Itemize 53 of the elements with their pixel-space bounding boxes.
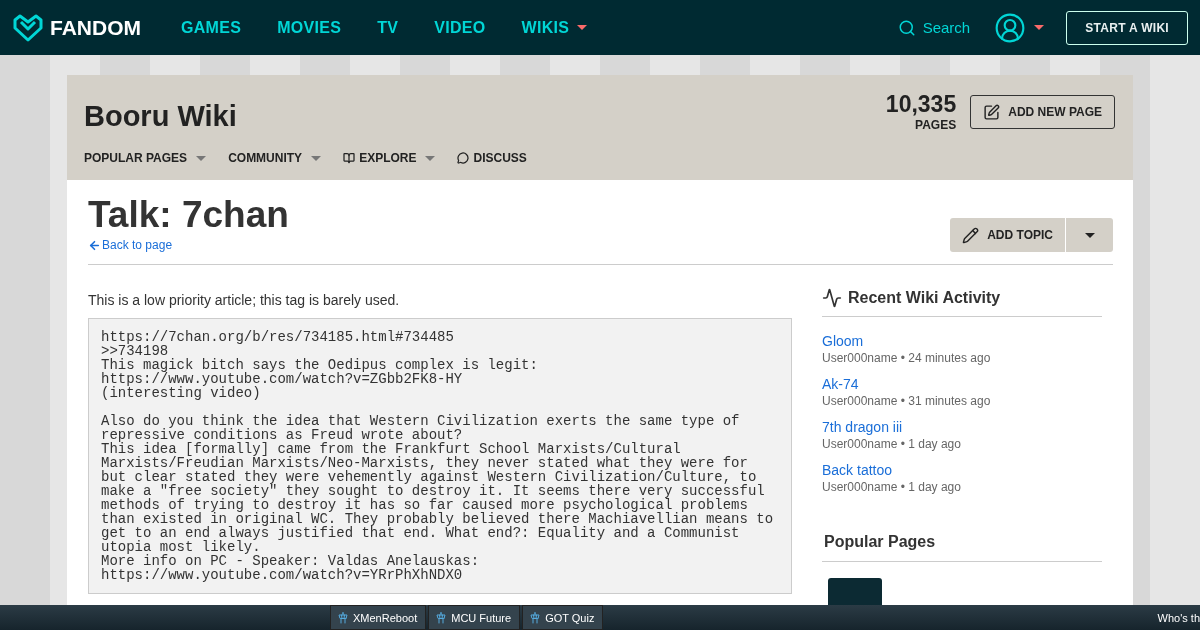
activity-icon bbox=[822, 288, 842, 308]
code-block: https://7chan.org/b/res/734185.html#734485 >>734198 This magick bitch says the Oedipus complex is legit: https://www.youtube.com/watch?v=ZGbb2FK8-HY (interesting video) Also do you think the idea that Western Civilization exerts the same type of repressive conditions as Freud wrote about? This idea [formally] came from the Frankfurt School Marxists/Cultural Marxists/Freudian Marxists/Neo-Marxists, they never stated what they were for but clear stated they were vehemently against Western Civilization/Culture, to make a "free society" they sought to destroy it. It seems there very successful methods of trying to destroy it has so far caused more psychological problems than existed in original WC. They probably believed there Machiavellian means to get to an end always justified that end. What end?: Equality and a Communist utopia most likely. More info on PC - Speaker: Valdas Anelauskas: https://www.youtube.com/watch?v=YRrPhXhNDX0 bbox=[88, 318, 792, 594]
nav-link[interactable]: WIKIS bbox=[521, 18, 588, 37]
bottom-bar-tab[interactable]: MCU Future bbox=[428, 605, 521, 630]
activity-meta: User000name • 1 day ago bbox=[822, 480, 962, 494]
speech-bubble-icon bbox=[457, 152, 470, 164]
caret-icon bbox=[1034, 25, 1045, 30]
activity-meta: User000name • 31 minutes ago bbox=[822, 394, 992, 408]
nav-link[interactable]: GAMES bbox=[181, 18, 242, 37]
nav-link[interactable]: TV bbox=[377, 18, 399, 37]
page-title: Talk: 7chan bbox=[88, 194, 289, 236]
search-icon bbox=[897, 18, 916, 37]
wiki-menu-item[interactable]: DISCUSS bbox=[457, 151, 527, 165]
activity-link[interactable]: Gloom bbox=[822, 333, 1102, 349]
activity-link[interactable]: 7th dragon iii bbox=[822, 419, 1102, 435]
nav-link[interactable]: MOVIES bbox=[277, 18, 342, 37]
add-new-page-button[interactable]: ADD NEW PAGE bbox=[970, 95, 1115, 129]
sidebar-title: Popular Pages bbox=[822, 505, 1102, 562]
wiki-menu-item[interactable]: EXPLORE bbox=[343, 151, 436, 165]
caret-icon bbox=[1084, 232, 1095, 238]
arrow-left-icon bbox=[88, 238, 101, 252]
user-icon bbox=[994, 11, 1027, 44]
activity-meta: User000name • 24 minutes ago bbox=[822, 351, 992, 365]
pencil-icon bbox=[962, 226, 980, 244]
book-icon bbox=[343, 152, 356, 164]
logo-text: FANDOM bbox=[50, 15, 141, 40]
add-topic-button[interactable]: ADD TOPIC bbox=[950, 218, 1065, 252]
activity-link[interactable]: Back tattoo bbox=[822, 462, 1102, 478]
notice-text: This is a low priority article; this tag is barely used. bbox=[88, 292, 401, 308]
nav-link[interactable]: VIDEO bbox=[434, 18, 486, 37]
tower-icon bbox=[435, 611, 448, 624]
search-button[interactable]: Search bbox=[897, 18, 971, 37]
user-menu-button[interactable] bbox=[994, 11, 1045, 44]
wiki-menu-item[interactable]: COMMUNITY bbox=[228, 151, 322, 165]
caret-icon bbox=[196, 155, 207, 161]
wiki-title: Booru Wiki bbox=[84, 100, 237, 133]
page-pen-icon bbox=[983, 103, 1001, 121]
page-count-label: PAGES bbox=[915, 118, 957, 132]
tower-icon bbox=[337, 611, 349, 624]
activity-link[interactable]: Ak-74 bbox=[822, 376, 1102, 392]
start-wiki-button[interactable]: START A WIKI bbox=[1066, 10, 1188, 45]
sidebar-title: Recent Wiki Activity bbox=[848, 289, 1001, 307]
heart-logo-icon bbox=[12, 13, 44, 42]
caret-icon bbox=[311, 155, 322, 161]
bottom-bar-text: Who's th bbox=[1157, 611, 1200, 624]
caret-icon bbox=[425, 155, 436, 161]
bottom-bar-tab[interactable]: XMenReboot bbox=[330, 605, 427, 630]
tower-icon bbox=[529, 611, 542, 624]
back-link[interactable]: Back to page bbox=[88, 238, 289, 252]
bottom-bar-tab[interactable]: GOT Quiz bbox=[522, 605, 604, 630]
page-count: 10,335 bbox=[885, 91, 957, 118]
wiki-menu-item[interactable]: POPULAR PAGES bbox=[84, 151, 207, 165]
activity-meta: User000name • 1 day ago bbox=[822, 437, 962, 451]
